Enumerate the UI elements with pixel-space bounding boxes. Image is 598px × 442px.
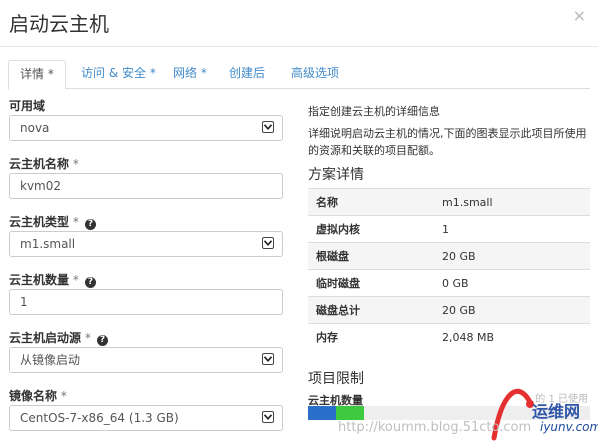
flavor-detail-value: 20 GB	[434, 242, 590, 270]
flavor-detail-value: 1	[434, 215, 590, 243]
flavor-detail-key: 名称	[308, 188, 434, 216]
help-text-summary: 指定创建云主机的详细信息	[308, 105, 440, 118]
instance-name-input[interactable]: kvm02	[9, 173, 283, 199]
flavor-detail-row: 虚拟内核 1	[308, 215, 590, 243]
quota-used-fill	[308, 406, 336, 420]
modal-title: 启动云主机	[9, 12, 109, 36]
watermark-site-domain: iyunv.com	[540, 420, 598, 434]
image-name-select[interactable]: CentOS-7-x86_64 (1.3 GB)	[9, 405, 283, 431]
flavor-details-table: 名称 m1.small 虚拟内核 1 根磁盘 20 GB 临时磁盘 0 GB 磁盘总计 20 GB…	[308, 188, 590, 350]
tab-access-security[interactable]: 访问 & 安全 *	[70, 60, 167, 87]
tab-advanced-options[interactable]: 高级选项	[280, 60, 350, 87]
chevron-down-icon	[262, 237, 274, 249]
tab-post-creation[interactable]: 创建后	[218, 60, 276, 87]
question-icon[interactable]: ?	[85, 277, 97, 288]
close-icon[interactable]: ×	[573, 6, 586, 25]
flavor-detail-key: 虚拟内核	[308, 215, 434, 243]
instance-count-label: 云主机数量 * ?	[9, 271, 97, 288]
flavor-label: 云主机类型 * ?	[9, 213, 97, 230]
flavor-detail-row: 名称 m1.small	[308, 188, 590, 216]
header-divider	[0, 46, 598, 47]
question-icon[interactable]: ?	[85, 219, 97, 230]
flavor-detail-value: m1.small	[434, 188, 590, 216]
image-name-label: 镜像名称 *	[9, 389, 67, 403]
wizard-tabs: 详情 * 访问 & 安全 * 网络 * 创建后 高级选项	[8, 60, 590, 90]
watermark-url: http://koumm.blog.51cto.com	[338, 420, 532, 435]
boot-source-select[interactable]: 从镜像启动	[9, 347, 283, 373]
flavor-detail-value: 20 GB	[434, 296, 590, 324]
chevron-down-icon	[262, 353, 274, 365]
flavor-details-title: 方案详情	[308, 167, 364, 183]
availability-zone-label: 可用域	[9, 99, 46, 113]
watermark-site-name: 运维网	[532, 402, 581, 421]
tab-details[interactable]: 详情 *	[8, 60, 66, 90]
chevron-down-icon	[262, 121, 274, 133]
flavor-detail-row: 磁盘总计 20 GB	[308, 296, 590, 324]
availability-zone-select[interactable]: nova	[9, 115, 283, 141]
flavor-detail-row: 根磁盘 20 GB	[308, 242, 590, 270]
flavor-detail-row: 临时磁盘 0 GB	[308, 269, 590, 297]
flavor-detail-key: 根磁盘	[308, 242, 434, 270]
tab-networking[interactable]: 网络 *	[162, 60, 218, 87]
chevron-down-icon	[262, 411, 274, 423]
flavor-detail-value: 2,048 MB	[434, 323, 590, 350]
help-text-description: 详细说明启动云主机的情况,下面的图表显示此项目所使用的资源和关联的项目配额。	[308, 127, 587, 157]
question-icon[interactable]: ?	[97, 335, 109, 346]
instance-count-input[interactable]: 1	[9, 289, 283, 315]
quota-added-fill	[336, 406, 364, 420]
flavor-detail-key: 临时磁盘	[308, 269, 434, 297]
project-limits-title: 项目限制	[308, 371, 364, 387]
flavor-detail-row: 内存 2,048 MB	[308, 323, 590, 350]
instance-name-label: 云主机名称 *	[9, 157, 79, 171]
flavor-detail-value: 0 GB	[434, 269, 590, 297]
flavor-detail-key: 内存	[308, 323, 434, 350]
boot-source-label: 云主机启动源 * ?	[9, 329, 109, 346]
flavor-select[interactable]: m1.small	[9, 231, 283, 257]
flavor-detail-key: 磁盘总计	[308, 296, 434, 324]
